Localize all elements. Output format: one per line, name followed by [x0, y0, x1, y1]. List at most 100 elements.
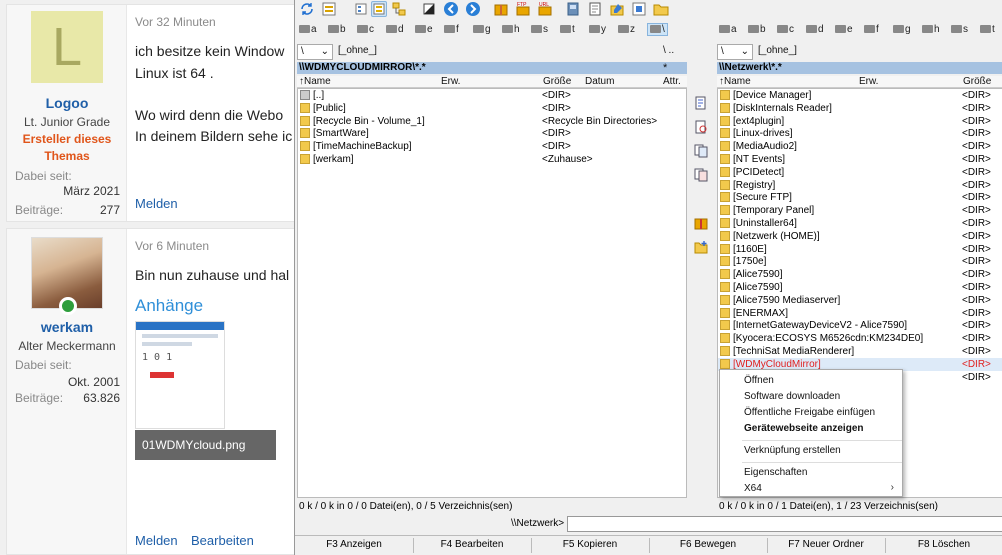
drive-button[interactable]: e — [415, 24, 433, 35]
column-header-date[interactable]: Datum — [585, 76, 614, 87]
menu-item-open[interactable]: Öffnen — [744, 375, 774, 386]
multi-rename-icon[interactable] — [321, 1, 337, 17]
back-icon[interactable] — [443, 1, 459, 17]
file-row[interactable]: [Kyocera:ECOSYS M6526cdn:KM234DE0] <DIR> — [718, 332, 1002, 345]
file-row[interactable]: [werkam] <Zuhause> — [298, 153, 686, 166]
drive-button[interactable]: \ — [647, 23, 668, 36]
file-row[interactable]: [ENERMAX] <DIR> — [718, 307, 1002, 320]
function-key-button[interactable]: F5 Kopieren — [531, 539, 649, 550]
column-header-name[interactable]: ↑Name — [719, 76, 751, 87]
function-key-button[interactable]: F7 Neuer Ordner — [767, 539, 885, 550]
menu-item-x64[interactable]: X64 — [744, 483, 762, 494]
left-path-bar[interactable]: \\WDMYCLOUDMIRROR\*.* — [297, 62, 687, 74]
file-row[interactable]: [Alice7590 Mediaserver] <DIR> — [718, 294, 1002, 307]
file-row[interactable]: [Alice7590] <DIR> — [718, 281, 1002, 294]
command-line-input[interactable] — [567, 516, 1002, 532]
brief-view-icon[interactable] — [353, 1, 369, 17]
file-row[interactable]: [Device Manager] <DIR> — [718, 89, 1002, 102]
drive-button[interactable]: y — [589, 24, 606, 35]
file-row[interactable]: [TechniSat MediaRenderer] <DIR> — [718, 345, 1002, 358]
invert-selection-icon[interactable] — [421, 1, 437, 17]
file-row[interactable]: [Secure FTP] <DIR> — [718, 191, 1002, 204]
drive-button[interactable]: t — [980, 24, 995, 35]
file-row[interactable]: [InternetGatewayDeviceV2 - Alice7590] <DI… — [718, 319, 1002, 332]
drive-button[interactable]: f — [864, 24, 879, 35]
file-row[interactable]: [Temporary Panel] <DIR> — [718, 204, 1002, 217]
drive-button[interactable]: c — [357, 24, 374, 35]
left-drive-combo[interactable]: \ ⌄ — [297, 44, 333, 60]
menu-item-share[interactable]: Öffentliche Freigabe einfügen — [744, 407, 875, 418]
menu-item-shortcut[interactable]: Verknüpfung erstellen — [744, 445, 841, 456]
new-folder-icon[interactable] — [694, 240, 710, 256]
menu-item-properties[interactable]: Eigenschaften — [744, 467, 807, 478]
full-view-icon[interactable] — [371, 1, 387, 17]
file-row[interactable]: [NT Events] <DIR> — [718, 153, 1002, 166]
column-header-ext[interactable]: Erw. — [859, 76, 878, 87]
edit-link[interactable]: Bearbeiten — [191, 533, 254, 548]
right-drive-combo[interactable]: \ ⌄ — [717, 44, 753, 60]
file-row[interactable]: [MediaAudio2] <DIR> — [718, 140, 1002, 153]
drive-button[interactable]: f — [444, 24, 459, 35]
file-row[interactable]: [Netzwerk (HOME)] <DIR> — [718, 230, 1002, 243]
function-key-button[interactable]: F6 Bewegen — [649, 539, 767, 550]
copy-files-icon[interactable] — [694, 144, 710, 160]
left-root-parent-buttons[interactable]: \ .. — [663, 45, 674, 56]
column-header-size[interactable]: Größe — [963, 76, 991, 87]
drive-button[interactable]: a — [719, 24, 737, 35]
file-row[interactable]: [1160E] <DIR> — [718, 243, 1002, 256]
copy-names-icon[interactable] — [694, 96, 710, 112]
function-key-button[interactable]: F4 Bearbeiten — [413, 539, 531, 550]
menu-item-download[interactable]: Software downloaden — [744, 391, 840, 402]
left-file-list[interactable]: [..] <DIR> [Public] <DIR> [Recycle Bin - Vol… — [297, 88, 687, 498]
drive-button[interactable]: b — [328, 24, 346, 35]
search-files-icon[interactable] — [565, 1, 581, 17]
attachment-thumbnail[interactable]: 1 0 1 — [135, 321, 225, 429]
file-row[interactable]: [DiskInternals Reader] <DIR> — [718, 102, 1002, 115]
url-ftp-icon[interactable]: URL — [537, 1, 553, 17]
pack-files-icon[interactable] — [493, 1, 509, 17]
notepad-icon[interactable] — [587, 1, 603, 17]
refresh-icon[interactable] — [299, 1, 315, 17]
file-row[interactable]: [Linux-drives] <DIR> — [718, 127, 1002, 140]
file-row[interactable]: [ext4plugin] <DIR> — [718, 115, 1002, 128]
file-row[interactable]: [..] <DIR> — [298, 89, 686, 102]
attachment-filename[interactable]: 01WDMYcloud.png — [135, 430, 276, 460]
edit-folder-icon[interactable] — [609, 1, 625, 17]
drive-button[interactable]: s — [531, 24, 548, 35]
file-row[interactable]: [Uninstaller64] <DIR> — [718, 217, 1002, 230]
report-link[interactable]: Melden — [135, 196, 178, 211]
drive-button[interactable]: c — [777, 24, 794, 35]
file-row[interactable]: [Alice7590] <DIR> — [718, 268, 1002, 281]
file-row[interactable]: [SmartWare] <DIR> — [298, 127, 686, 140]
post-time[interactable]: Vor 6 Minuten — [135, 239, 209, 253]
sync-dirs-icon[interactable] — [631, 1, 647, 17]
column-header-size[interactable]: Größe — [543, 76, 571, 87]
username-link[interactable]: Logoo — [7, 95, 127, 111]
forward-icon[interactable] — [465, 1, 481, 17]
post-time[interactable]: Vor 32 Minuten — [135, 15, 216, 29]
drive-button[interactable]: d — [806, 24, 824, 35]
function-key-button[interactable]: F8 Löschen — [885, 539, 1002, 550]
move-files-icon[interactable] — [694, 168, 710, 184]
drive-button[interactable]: b — [748, 24, 766, 35]
column-header-attr[interactable]: Attr. — [663, 76, 681, 87]
file-row[interactable]: [Recycle Bin - Volume_1] <Recycle Bin Dir… — [298, 115, 686, 128]
drive-button[interactable]: d — [386, 24, 404, 35]
drive-button[interactable]: z — [618, 24, 635, 35]
drive-button[interactable]: h — [502, 24, 520, 35]
left-filter-star[interactable]: * — [663, 62, 667, 74]
file-row[interactable]: [Registry] <DIR> — [718, 179, 1002, 192]
file-row[interactable]: [1750e] <DIR> — [718, 255, 1002, 268]
drive-button[interactable]: t — [560, 24, 575, 35]
drive-button[interactable]: s — [951, 24, 968, 35]
drive-button[interactable]: e — [835, 24, 853, 35]
column-header-name[interactable]: ↑Name — [299, 76, 331, 87]
username-link[interactable]: werkam — [7, 319, 127, 335]
ftp-connect-icon[interactable]: FTP — [515, 1, 531, 17]
report-link[interactable]: Melden — [135, 533, 178, 548]
pack-icon[interactable] — [694, 216, 710, 232]
column-header-ext[interactable]: Erw. — [441, 76, 460, 87]
file-row[interactable]: [Public] <DIR> — [298, 102, 686, 115]
folder-icon[interactable] — [653, 1, 669, 17]
drive-button[interactable]: a — [299, 24, 317, 35]
